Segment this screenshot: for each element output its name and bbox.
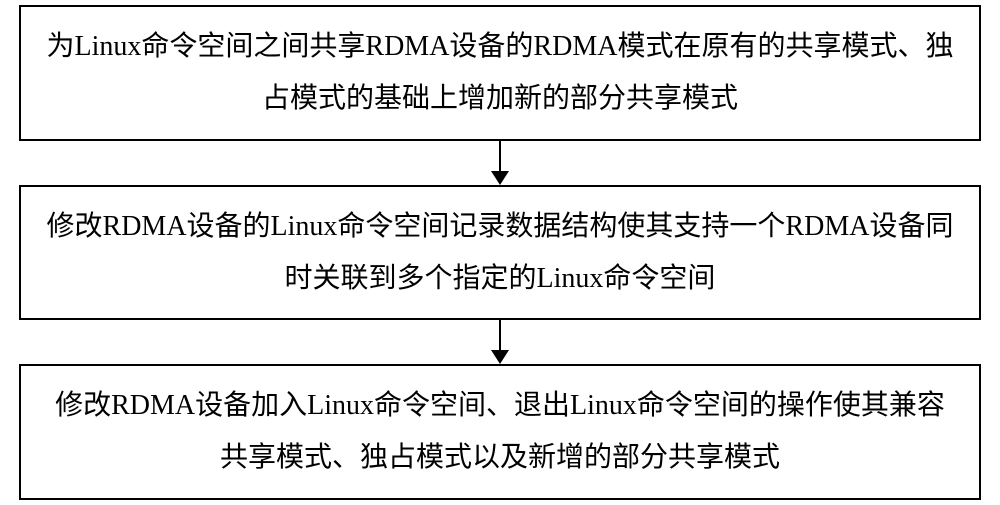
flow-step-2-text: 修改RDMA设备的Linux命令空间记录数据结构使其支持一个RDMA设备同时关联… — [47, 211, 954, 294]
arrow-2-to-3 — [491, 320, 509, 364]
flow-step-2: 修改RDMA设备的Linux命令空间记录数据结构使其支持一个RDMA设备同时关联… — [19, 185, 981, 321]
arrow-head-icon — [491, 171, 509, 185]
arrow-head-icon — [491, 350, 509, 364]
flow-step-3-text: 修改RDMA设备加入Linux命令空间、退出Linux命令空间的操作使其兼容共享… — [55, 390, 945, 473]
arrow-line-icon — [499, 141, 501, 171]
flow-step-1-text: 为Linux命令空间之间共享RDMA设备的RDMA模式在原有的共享模式、独占模式… — [47, 31, 954, 114]
flow-step-1: 为Linux命令空间之间共享RDMA设备的RDMA模式在原有的共享模式、独占模式… — [19, 5, 981, 141]
flow-step-3: 修改RDMA设备加入Linux命令空间、退出Linux命令空间的操作使其兼容共享… — [19, 364, 981, 500]
arrow-line-icon — [499, 320, 501, 350]
arrow-1-to-2 — [491, 141, 509, 185]
